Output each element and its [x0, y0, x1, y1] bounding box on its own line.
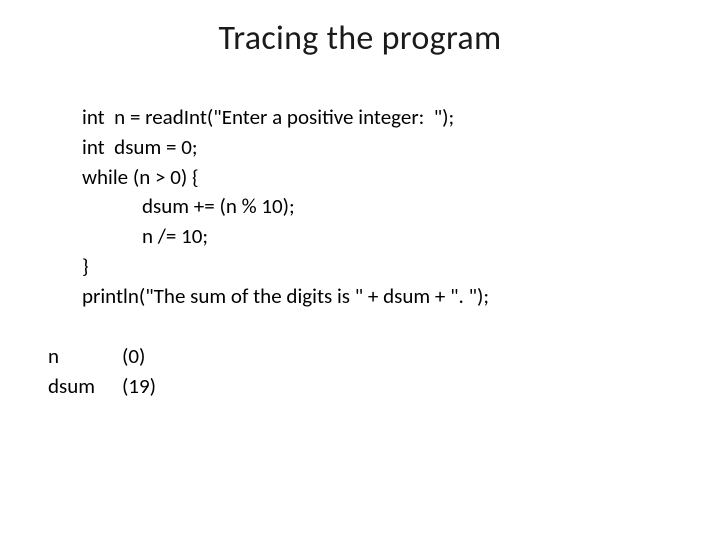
trace-block: n (0) dsum (19)	[48, 342, 672, 402]
code-line: dsum += (n % 10);	[82, 192, 672, 222]
slide: Tracing the program int n = readInt("Ent…	[0, 0, 720, 540]
trace-var-name: n	[48, 342, 122, 372]
code-line: while (n > 0) {	[82, 163, 672, 193]
trace-var-value: (0)	[122, 342, 145, 372]
code-line: int dsum = 0;	[82, 133, 672, 163]
code-line: }	[82, 252, 672, 282]
trace-var-value: (19)	[122, 372, 156, 402]
trace-var-name: dsum	[48, 372, 122, 402]
code-line: println("The sum of the digits is " + ds…	[82, 282, 672, 312]
code-block: int n = readInt("Enter a positive intege…	[82, 103, 672, 312]
code-line: int n = readInt("Enter a positive intege…	[82, 103, 672, 133]
trace-row: dsum (19)	[48, 372, 672, 402]
trace-row: n (0)	[48, 342, 672, 372]
slide-title: Tracing the program	[48, 18, 672, 59]
code-line: n /= 10;	[82, 222, 672, 252]
